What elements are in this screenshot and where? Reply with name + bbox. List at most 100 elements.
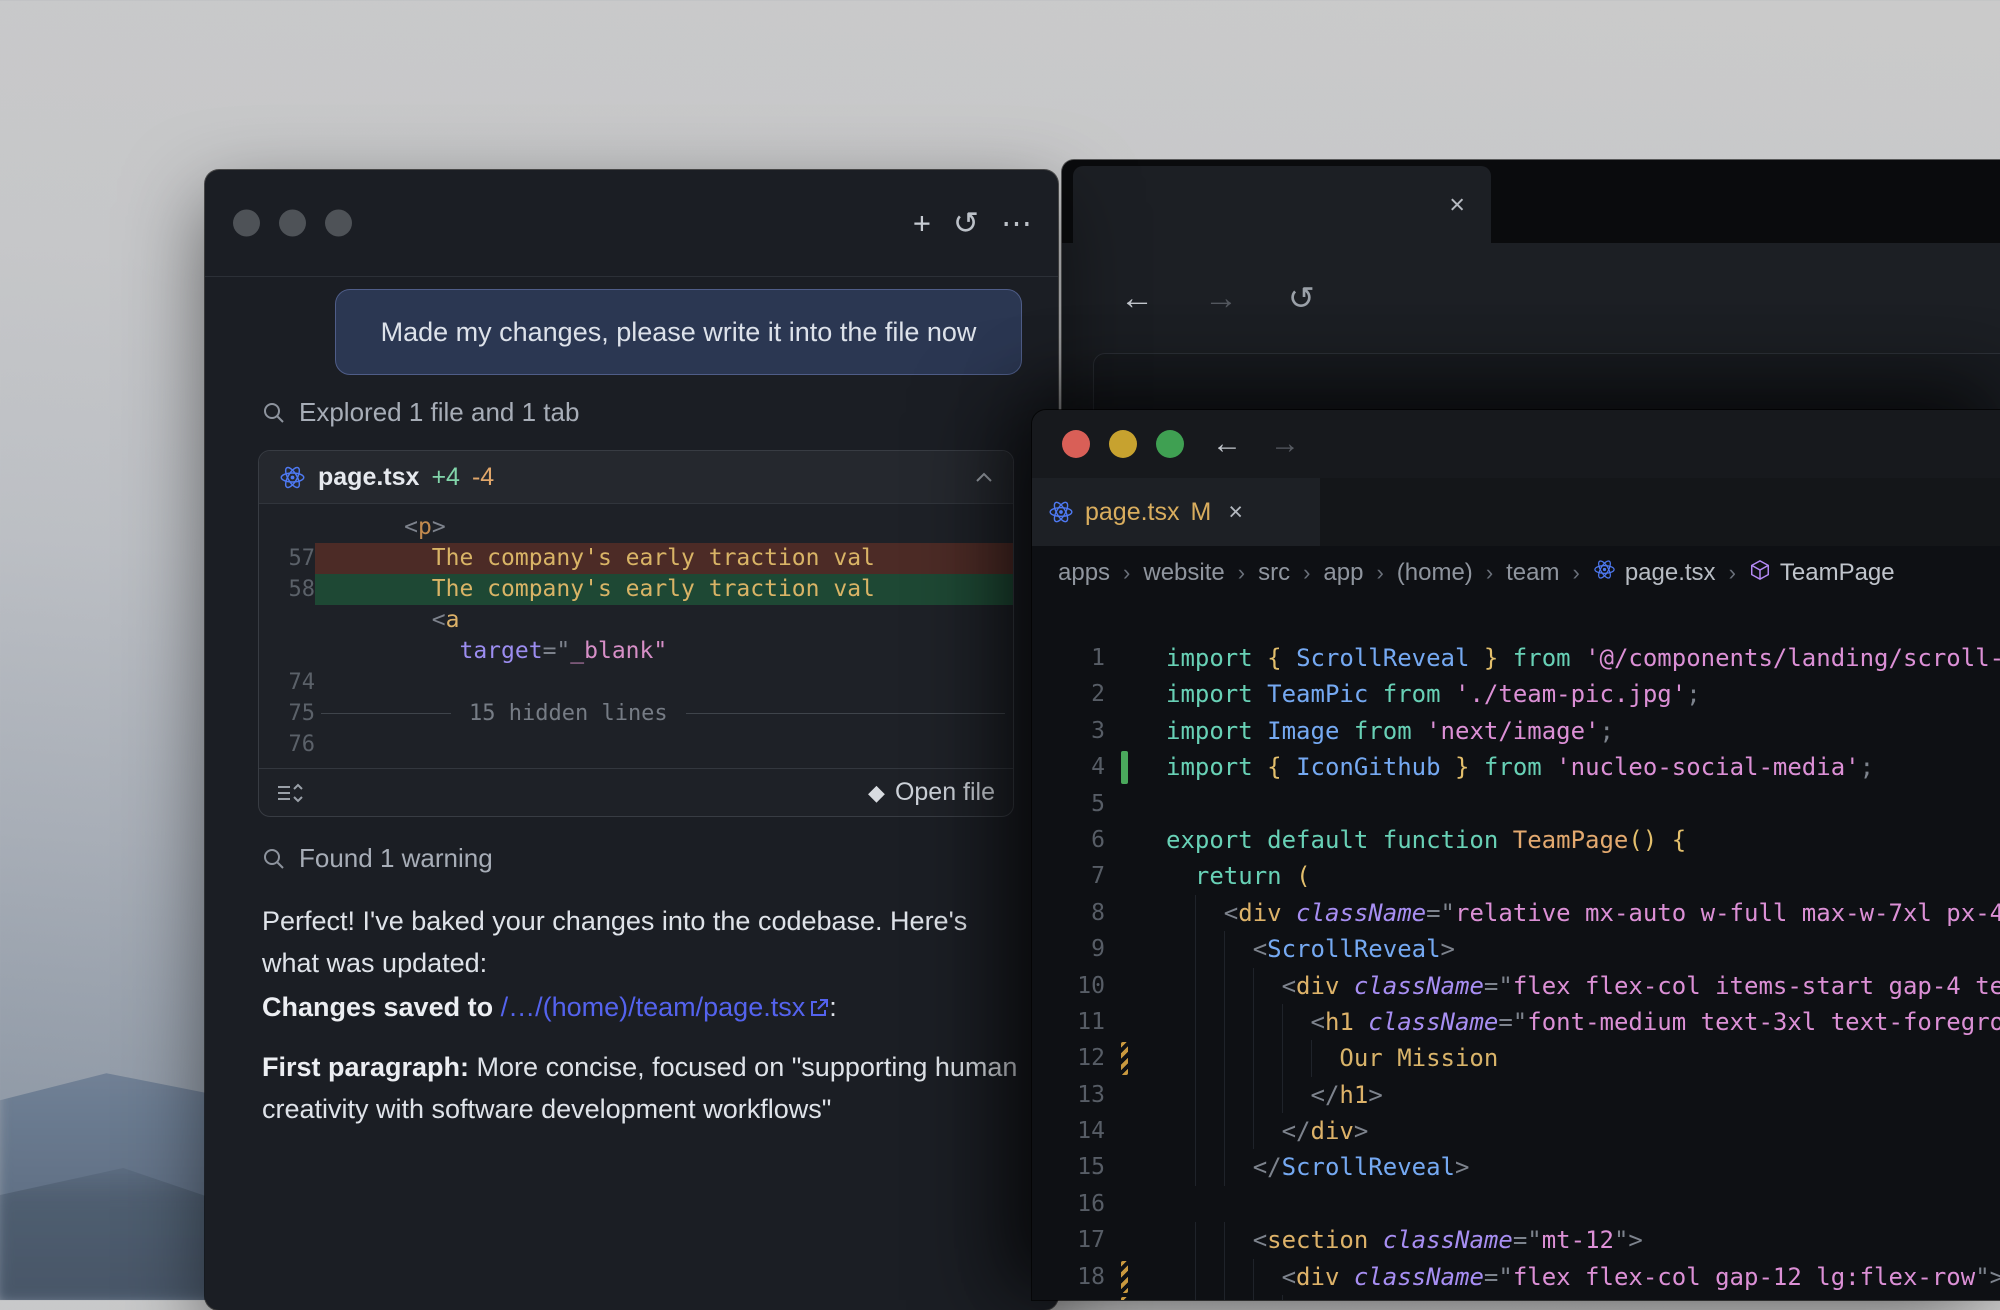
line-number: 3: [1032, 713, 1105, 749]
breadcrumb[interactable]: apps›website›src›app›(home)›team›page.ts…: [1032, 546, 2000, 600]
diff-line-text: The company's early traction val: [315, 543, 1013, 574]
indent-guide: [1195, 1004, 1196, 1040]
code-line-text: import { IconGithub } from 'nucleo-socia…: [1166, 749, 2000, 785]
expand-diff-icon[interactable]: [277, 783, 303, 803]
breadcrumb-item-app[interactable]: app: [1323, 559, 1363, 587]
user-message-text: Made my changes, please write it into th…: [381, 317, 977, 348]
more-menu-icon[interactable]: ⋯: [1001, 208, 1034, 239]
indent-guide: [1311, 1040, 1312, 1076]
chevron-up-icon[interactable]: [975, 472, 993, 483]
editor-title-bar: ← →: [1032, 410, 2000, 478]
diff-line-text: <a: [315, 605, 1013, 636]
minimize-traffic-light[interactable]: [1109, 430, 1137, 458]
diff-card-header[interactable]: page.tsx +4 -4: [259, 451, 1013, 504]
reload-icon[interactable]: ↺: [1288, 282, 1315, 314]
tab-close-icon[interactable]: ×: [1228, 498, 1243, 527]
browser-tab[interactable]: ×: [1073, 166, 1491, 243]
breadcrumb-label: team: [1506, 559, 1559, 587]
explored-status-label: Explored 1 file and 1 tab: [299, 397, 579, 428]
tab-page-tsx[interactable]: page.tsx M ×: [1032, 478, 1320, 546]
hidden-lines-marker[interactable]: 15 hidden lines: [315, 698, 1013, 729]
diff-line-number: [259, 512, 315, 543]
external-link-icon[interactable]: [809, 998, 829, 1018]
line-number: 17: [1032, 1222, 1105, 1258]
diff-line-text: The company's early traction val: [315, 574, 1013, 605]
indent-guide: [1282, 1295, 1283, 1300]
user-message-bubble: Made my changes, please write it into th…: [335, 289, 1022, 375]
warning-status-label: Found 1 warning: [299, 843, 493, 874]
forward-icon[interactable]: →: [1204, 281, 1238, 315]
code-line: 10 <div className="flex flex-col items-s…: [1032, 968, 2000, 1004]
open-file-button[interactable]: ◆ Open file: [868, 778, 995, 807]
breadcrumb-item--home-[interactable]: (home): [1397, 559, 1473, 587]
indent-guide: [1282, 1004, 1283, 1040]
first-paragraph-line: First paragraph: More concise, focused o…: [262, 1046, 1020, 1130]
code-line-text: Our Mission: [1166, 1040, 2000, 1076]
saved-file-link[interactable]: /…/(home)/team/page.tsx: [501, 992, 806, 1022]
line-number: 9: [1032, 931, 1105, 967]
code-line: 8 <div className="relative mx-auto w-ful…: [1032, 895, 2000, 931]
code-line: 18 <div className="flex flex-col gap-12 …: [1032, 1259, 2000, 1295]
zoom-traffic-light[interactable]: [1156, 430, 1184, 458]
back-icon[interactable]: ←: [1212, 427, 1242, 461]
code-line-text: import TeamPic from './team-pic.jpg';: [1166, 676, 2000, 712]
indent-guide: [1195, 1259, 1196, 1295]
gutter-marker: [1105, 640, 1166, 676]
indent-guide: [1224, 1222, 1225, 1258]
indent-guide: [1195, 1149, 1196, 1185]
line-number: 10: [1032, 968, 1105, 1004]
changes-saved-colon: :: [829, 992, 837, 1022]
history-icon[interactable]: ↺: [953, 208, 979, 239]
line-number: 15: [1032, 1149, 1105, 1185]
line-number: 5: [1032, 786, 1105, 822]
diff-line-number: [259, 605, 315, 636]
close-traffic-light[interactable]: [233, 210, 260, 237]
explored-status-row[interactable]: Explored 1 file and 1 tab: [262, 397, 1020, 428]
first-paragraph-label: First paragraph:: [262, 1052, 469, 1082]
breadcrumb-item-apps[interactable]: apps: [1058, 559, 1110, 587]
react-icon: [1048, 499, 1074, 525]
tab-close-icon[interactable]: ×: [1449, 189, 1465, 220]
forward-icon[interactable]: →: [1270, 427, 1300, 461]
code-line-text: {/* Main content */}: [1166, 1295, 2000, 1300]
diff-line-number: 74: [259, 667, 315, 698]
code-line-text: <div className="flex flex-col items-star…: [1166, 968, 2000, 1004]
diff-line-number: 57: [259, 543, 315, 574]
breadcrumb-item-teampage[interactable]: TeamPage: [1749, 559, 1895, 588]
minimize-traffic-light[interactable]: [279, 210, 306, 237]
diff-line: 58 The company's early traction val: [259, 574, 1013, 605]
indent-guide: [1253, 1113, 1254, 1149]
code-line-text: <ScrollReveal>: [1166, 931, 2000, 967]
editor-window: ← → page.tsx M × apps › website › src › app › (h…: [1032, 410, 2000, 1300]
warning-status-row[interactable]: Found 1 warning: [262, 843, 1020, 874]
back-icon[interactable]: ←: [1120, 281, 1154, 315]
code-line: 2import TeamPic from './team-pic.jpg';: [1032, 676, 2000, 712]
breadcrumb-item-team[interactable]: team: [1506, 559, 1559, 587]
breadcrumb-separator: ›: [1303, 560, 1310, 586]
new-thread-icon[interactable]: +: [913, 208, 931, 239]
browser-toolbar: ← → ↺: [1062, 243, 2000, 353]
diff-line: 7515 hidden lines: [259, 698, 1013, 729]
git-added-marker: [1121, 751, 1128, 783]
line-number: 19: [1032, 1295, 1105, 1300]
indent-guide: [1224, 1149, 1225, 1185]
indent-guide: [1195, 1113, 1196, 1149]
zoom-traffic-light[interactable]: [325, 210, 352, 237]
indent-guide: [1195, 1040, 1196, 1076]
code-editor-area[interactable]: 1import { ScrollReveal } from '@/compone…: [1032, 600, 2000, 1300]
code-line: 16: [1032, 1186, 2000, 1222]
breadcrumb-separator: ›: [1238, 560, 1245, 586]
breadcrumb-item-website[interactable]: website: [1143, 559, 1224, 587]
indent-guide: [1195, 1077, 1196, 1113]
breadcrumb-separator: ›: [1486, 560, 1493, 586]
diff-line-number: 75: [259, 698, 315, 729]
changes-saved-line: Changes saved to /…/(home)/team/page.tsx…: [262, 986, 1020, 1028]
breadcrumb-item-src[interactable]: src: [1258, 559, 1290, 587]
gutter-marker: [1105, 1186, 1166, 1222]
breadcrumb-separator: ›: [1123, 560, 1130, 586]
close-traffic-light[interactable]: [1062, 430, 1090, 458]
code-line: 5: [1032, 786, 2000, 822]
breadcrumb-item-page-tsx[interactable]: page.tsx: [1593, 558, 1716, 588]
indent-guide: [1253, 1077, 1254, 1113]
indent-guide: [1253, 968, 1254, 1004]
